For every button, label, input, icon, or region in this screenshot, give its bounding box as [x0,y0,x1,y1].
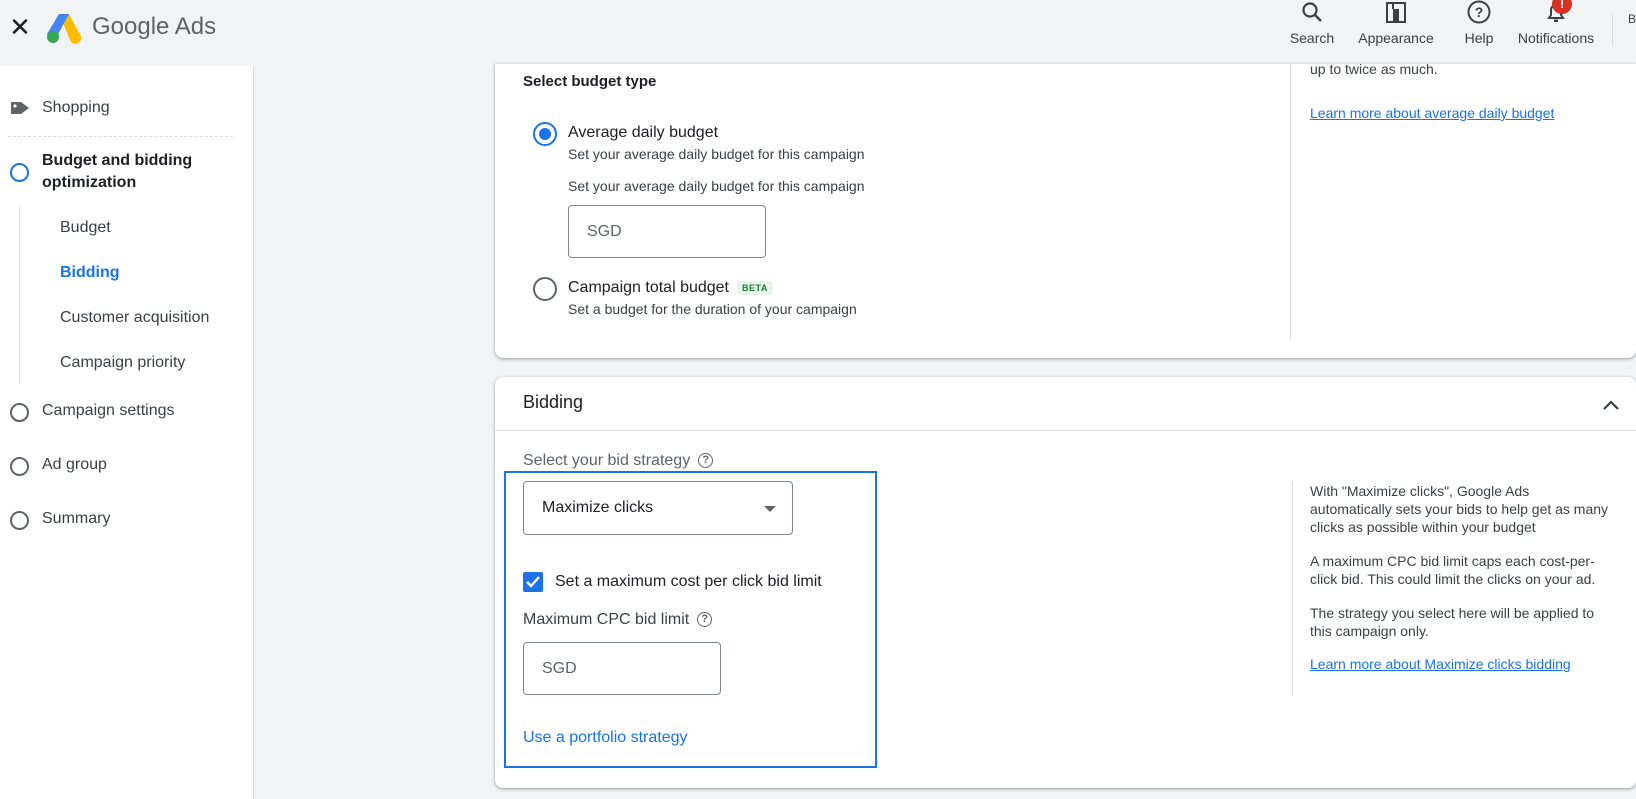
bid-strategy-label-text: Select your bid strategy [523,452,691,469]
search-label: Search [1289,30,1335,46]
budget-help-text: up to twice as much. [1310,61,1438,77]
learn-more-daily-budget-link[interactable]: Learn more about average daily budget [1310,105,1554,121]
nav-sub-campaign-priority[interactable]: Campaign priority [60,354,185,372]
step-status-icon [10,457,29,476]
focus-highlight [504,471,877,768]
radio-average-daily[interactable] [533,122,557,146]
beta-badge: BETA [737,280,773,295]
help-panel-divider [1290,64,1291,340]
notification-badge: ! [1552,0,1572,14]
bidding-help-para-1: With "Maximize clicks", Google Ads autom… [1310,483,1609,535]
nav-sub-bidding[interactable]: Bidding [60,264,120,282]
bidding-help-para-2: A maximum CPC bid limit caps each cost-p… [1310,553,1596,587]
appearance-label: Appearance [1358,30,1434,46]
search-icon [1302,2,1322,22]
svg-text:?: ? [1475,4,1484,20]
brand-ads: Ads [174,13,217,40]
step-status-icon [10,163,29,182]
bidding-help-para-3: The strategy you select here will be app… [1310,605,1595,639]
notifications-tool[interactable]: ! Notifications [1512,0,1600,64]
help-tool[interactable]: ? Help [1460,0,1498,64]
nav-summary[interactable]: Summary [42,510,110,528]
help-panel-divider [1292,481,1293,696]
daily-budget-input-label: Set your average daily budget for this c… [568,178,865,194]
bidding-card-header[interactable]: Bidding [495,377,1636,431]
budget-type-heading: Select budget type [523,73,657,90]
nav-ad-group[interactable]: Ad group [42,456,107,474]
step-status-icon [10,403,29,422]
substep-line [19,207,20,384]
help-icon: ? [1467,0,1491,24]
option-campaign-total-desc: Set a budget for the duration of your ca… [568,301,857,317]
product-name: Google Ads [92,13,216,41]
budget-card: Select budget type Average daily budget … [495,61,1636,358]
nav-campaign-settings[interactable]: Campaign settings [42,402,175,420]
option-campaign-total-label: Campaign total budget [568,279,729,296]
topbar-divider [1612,14,1613,46]
nav-shopping[interactable]: Shopping [42,99,110,117]
search-tool[interactable]: Search [1284,0,1340,64]
learn-more-maximize-clicks-link[interactable]: Learn more about Maximize clicks bidding [1310,656,1571,672]
nav-budget-bidding[interactable]: Budget and bidding optimization [42,150,232,194]
bid-strategy-label: Select your bid strategy? [523,452,714,470]
daily-budget-input[interactable]: SGD [568,205,766,258]
radio-campaign-total[interactable] [533,277,557,301]
shopping-tag-icon [11,102,29,114]
appearance-tool[interactable]: Appearance [1354,0,1438,64]
nav-sub-customer-acquisition[interactable]: Customer acquisition [60,309,209,327]
section-divider [8,136,233,137]
top-app-bar: ✕ Google Ads Search Appearance ? Help ! … [0,0,1636,64]
account-initial[interactable]: B [1628,12,1636,26]
bidding-card-title: Bidding [523,392,584,412]
brand-google: Google [92,13,170,40]
step-status-icon [10,511,29,530]
help-circle-icon[interactable]: ? [698,453,714,469]
help-label: Help [1464,30,1494,46]
appearance-icon [1386,2,1406,23]
option-average-daily-desc: Set your average daily budget for this c… [568,146,865,162]
option-average-daily-title: Average daily budget [568,124,719,141]
nav-sub-budget[interactable]: Budget [60,219,111,237]
close-icon[interactable]: ✕ [8,14,32,40]
currency-prefix: SGD [587,222,622,240]
google-ads-logo [47,14,82,44]
chevron-up-icon[interactable] [1599,393,1623,417]
notifications-label: Notifications [1517,30,1595,46]
option-campaign-total-title: Campaign total budget BETA [568,279,773,297]
campaign-steps-sidebar: Shopping Budget and bidding optimization… [0,66,254,799]
